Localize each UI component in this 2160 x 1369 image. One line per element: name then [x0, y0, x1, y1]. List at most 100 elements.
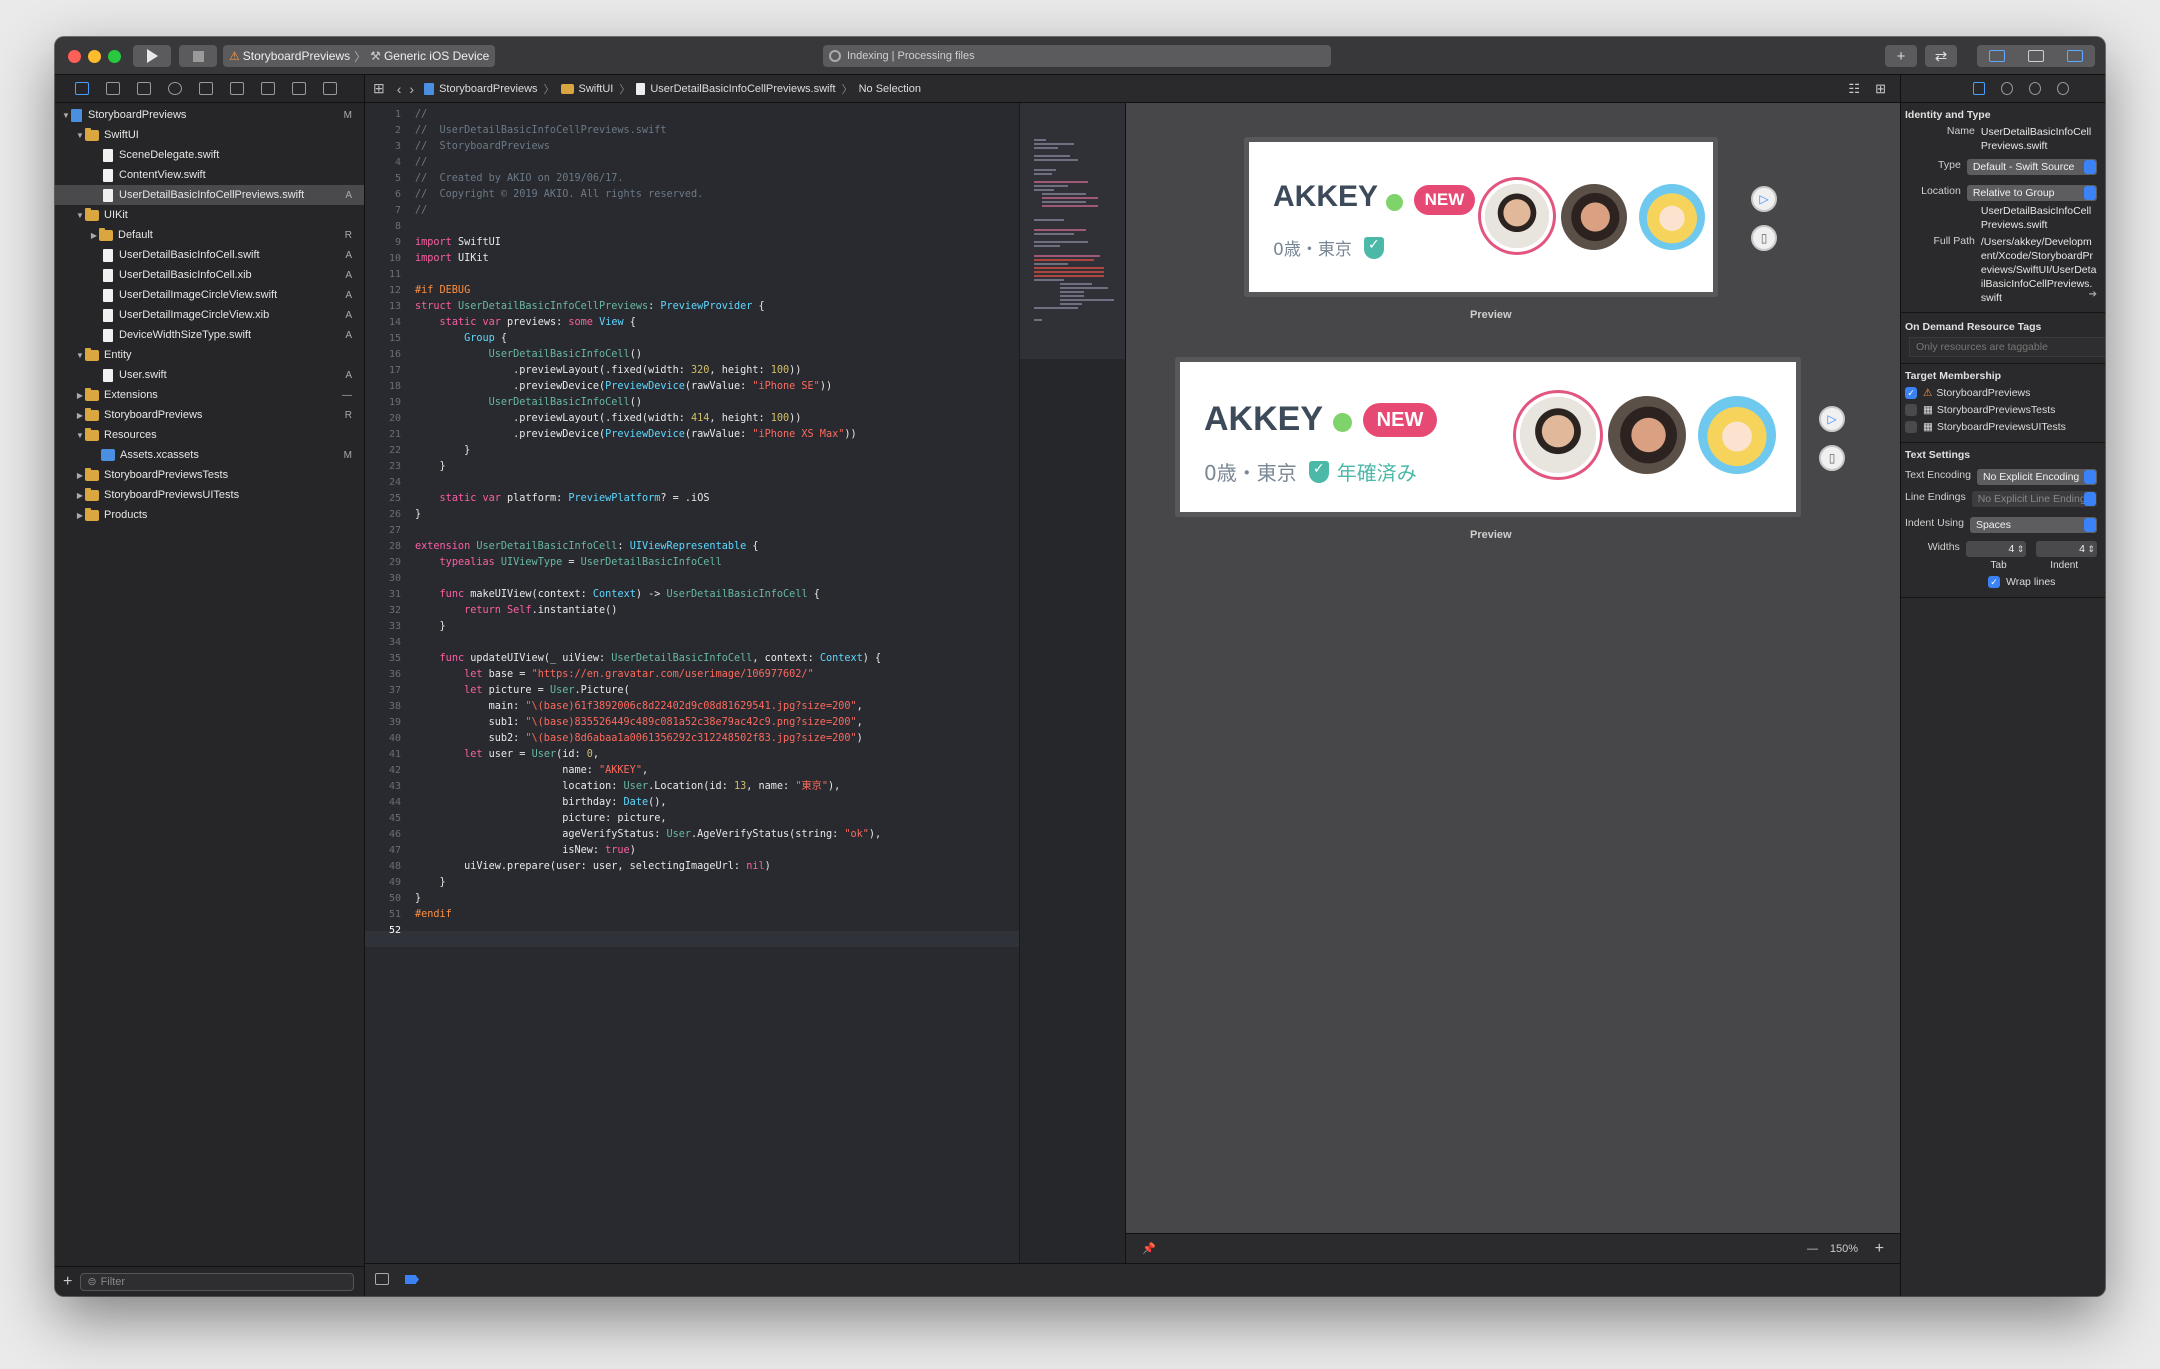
disclosure-closed-icon[interactable]: ▶ [75, 411, 85, 420]
main-avatar[interactable] [1520, 397, 1596, 473]
source-editor[interactable]: 1 2 3 4 5 6 7 8 9 10 11 12 13 14 15 16 17 18 19 20 21 22 23 24 2… [365, 103, 1019, 1263]
help-inspector-icon[interactable] [2029, 82, 2041, 95]
forward-icon[interactable]: › [409, 81, 414, 97]
code-line[interactable]: return Self.instantiate() [415, 603, 881, 619]
code-line[interactable] [415, 523, 881, 539]
scheme-selector[interactable]: ⚠ StoryboardPreviews 〉 ⚒ Generic iOS Dev… [223, 45, 495, 67]
tree-item-project[interactable]: ▼ StoryboardPreviews M [55, 105, 364, 125]
folder-icon[interactable] [75, 82, 89, 95]
code-line[interactable] [415, 571, 881, 587]
preview-on-device-button[interactable]: ▯ [1819, 445, 1845, 471]
code-line[interactable]: #endif [415, 907, 881, 923]
breakpoint-toggle-icon[interactable] [405, 1275, 419, 1284]
code-line[interactable]: sub2: "\(base)8d6abaa1a0061356292c312248… [415, 731, 881, 747]
preview-iphone-se[interactable]: AKKEY NEW 0歳・東京 [1244, 137, 1718, 297]
live-preview-button[interactable]: ▷ [1819, 406, 1845, 432]
tab-width-stepper[interactable]: 4 [1965, 541, 2027, 557]
symbol-icon[interactable] [137, 82, 151, 95]
code-line[interactable]: } [415, 891, 881, 907]
main-avatar[interactable] [1485, 184, 1549, 248]
code-line[interactable]: isNew: true) [415, 843, 881, 859]
code-line[interactable]: // UserDetailBasicInfoCellPreviews.swift [415, 123, 881, 139]
code-line[interactable]: .previewDevice(PreviewDevice(rawValue: "… [415, 379, 881, 395]
reveal-in-finder-icon[interactable]: ➔ [2089, 289, 2097, 300]
minimap[interactable] [1019, 103, 1126, 1263]
preview-iphone-xs-max[interactable]: AKKEY NEW 0歳・東京 年確済み [1175, 357, 1801, 517]
code-line[interactable]: let user = User(id: 0, [415, 747, 881, 763]
line-endings-popup[interactable]: No Explicit Line Endings [1971, 491, 2097, 507]
tree-item-group[interactable]: ▼ UIKit [55, 205, 364, 225]
target-checkbox-row[interactable]: ✓ ⚠ StoryboardPreviews [1905, 387, 2097, 399]
close-window-button[interactable] [68, 50, 81, 63]
sub-avatar-1[interactable] [1608, 396, 1686, 474]
tree-item-file[interactable]: UserDetailImageCircleView.swift A [55, 285, 364, 305]
report-icon[interactable] [323, 82, 337, 95]
code-line[interactable]: UserDetailBasicInfoCell() [415, 347, 881, 363]
pin-icon[interactable]: 📌 [1142, 1242, 1156, 1255]
encoding-popup[interactable]: No Explicit Encoding [1976, 469, 2097, 485]
code-line[interactable]: } [415, 875, 881, 891]
checkbox-checked[interactable]: ✓ [1988, 576, 2000, 588]
tree-item-group[interactable]: ▶ StoryboardPreviews R [55, 405, 364, 425]
tree-item-group[interactable]: ▶ Extensions — [55, 385, 364, 405]
breadcrumb-project[interactable]: StoryboardPreviews [424, 82, 538, 95]
code-line[interactable]: } [415, 459, 881, 475]
wrap-lines-row[interactable]: ✓ Wrap lines [1988, 576, 2097, 588]
code-line[interactable] [415, 635, 881, 651]
breadcrumb-selection[interactable]: No Selection [859, 83, 921, 95]
zoom-out-button[interactable]: — [1807, 1243, 1818, 1255]
name-field[interactable]: UserDetailBasicInfoCellPreviews.swift [1981, 125, 2097, 153]
code-line[interactable]: uiView.prepare(user: user, selectingImag… [415, 859, 881, 875]
code-line[interactable]: // Created by AKIO on 2019/06/17. [415, 171, 881, 187]
tree-item-group[interactable]: ▶ StoryboardPreviewsUITests [55, 485, 364, 505]
minimize-window-button[interactable] [88, 50, 101, 63]
code-line[interactable]: #if DEBUG [415, 283, 881, 299]
code-line[interactable]: picture: picture, [415, 811, 881, 827]
code-line[interactable] [415, 475, 881, 491]
code-line[interactable] [415, 923, 881, 939]
sub-avatar-2[interactable] [1639, 184, 1705, 250]
indent-popup[interactable]: Spaces [1969, 517, 2097, 533]
code-line[interactable]: Group { [415, 331, 881, 347]
toggle-inspector-button[interactable] [2056, 45, 2095, 67]
code-line[interactable]: birthday: Date(), [415, 795, 881, 811]
odr-tags-field[interactable]: Only resources are taggable [1909, 337, 2105, 357]
tree-item-group[interactable]: ▶ Products [55, 505, 364, 525]
code-line[interactable]: func updateUIView(_ uiView: UserDetailBa… [415, 651, 882, 667]
issue-icon[interactable] [199, 82, 213, 95]
code-line[interactable]: .previewLayout(.fixed(width: 414, height… [415, 411, 881, 427]
code-line[interactable]: } [415, 443, 881, 459]
code-line[interactable]: } [415, 619, 881, 635]
code-line[interactable]: import UIKit [415, 251, 881, 267]
run-button[interactable] [133, 45, 171, 67]
code-line[interactable]: static var platform: PreviewPlatform? = … [415, 491, 881, 507]
code-line[interactable]: name: "AKKEY", [415, 763, 881, 779]
code-line[interactable]: UserDetailBasicInfoCell() [415, 395, 881, 411]
disclosure-closed-icon[interactable]: ▶ [75, 391, 85, 400]
breadcrumb-group[interactable]: SwiftUI [560, 83, 613, 95]
code-line[interactable]: } [415, 507, 881, 523]
file-inspector-icon[interactable] [1973, 82, 1985, 95]
code-line[interactable]: // Copyright © 2019 AKIO. All rights res… [415, 187, 881, 203]
code-line[interactable]: // [415, 203, 881, 219]
find-icon[interactable] [168, 82, 182, 95]
stop-button[interactable] [179, 45, 217, 67]
breakpoint-icon[interactable] [292, 82, 306, 95]
disclosure-closed-icon[interactable]: ▶ [75, 511, 85, 520]
tree-item-file[interactable]: UserDetailBasicInfoCell.swift A [55, 245, 364, 265]
code-review-button[interactable]: ⇄ [1925, 45, 1957, 67]
checkbox-checked[interactable]: ✓ [1905, 387, 1917, 399]
library-add-button[interactable]: + [1885, 45, 1917, 67]
test-icon[interactable] [230, 82, 244, 95]
zoom-window-button[interactable] [108, 50, 121, 63]
tree-item-file[interactable]: UserDetailImageCircleView.xib A [55, 305, 364, 325]
code-line[interactable]: // [415, 107, 881, 123]
code-line[interactable]: let picture = User.Picture( [415, 683, 881, 699]
tree-item-group[interactable]: ▶ StoryboardPreviewsTests [55, 465, 364, 485]
add-file-button[interactable]: + [63, 1273, 72, 1291]
code-line[interactable]: // StoryboardPreviews [415, 139, 881, 155]
code-lines[interactable]: //// UserDetailBasicInfoCellPreviews.swi… [415, 107, 881, 939]
tree-item-group[interactable]: ▼ Resources [55, 425, 364, 445]
tree-item-group[interactable]: ▼ Entity [55, 345, 364, 365]
code-line[interactable]: static var previews: some View { [415, 315, 881, 331]
